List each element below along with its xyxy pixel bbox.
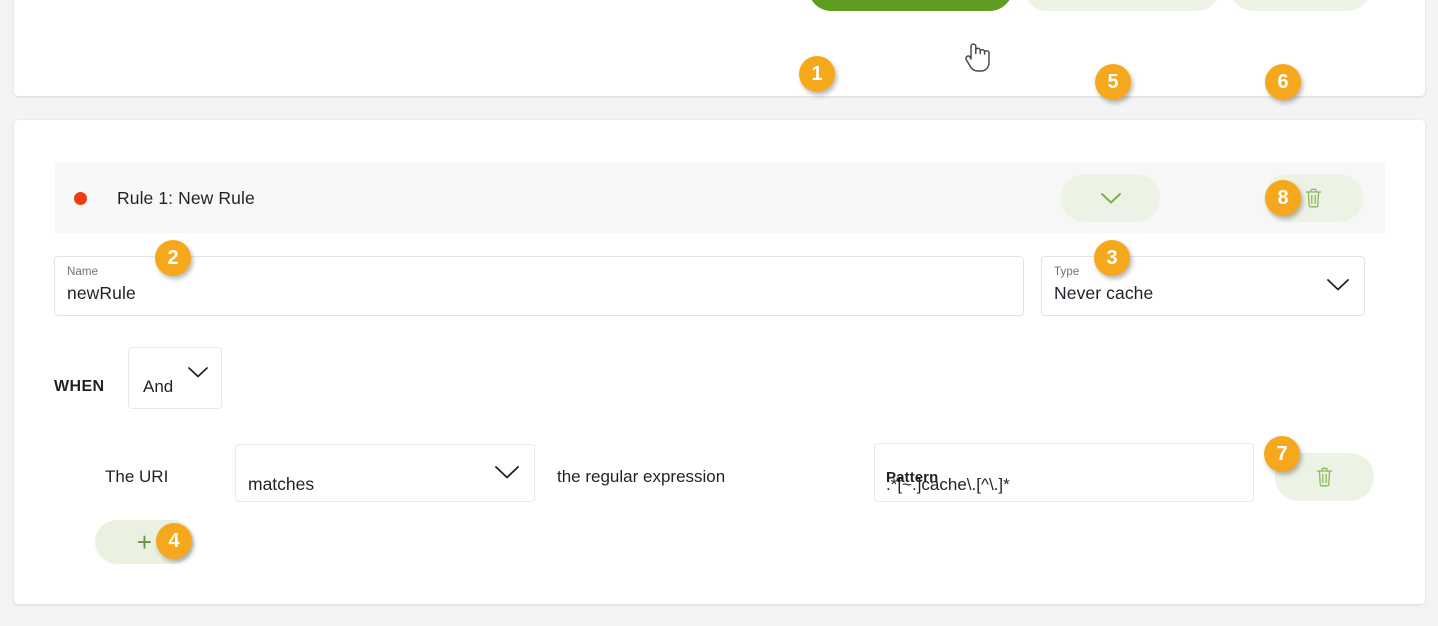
publish-button[interactable]: Publish xyxy=(1230,0,1371,11)
condition-operator-select[interactable]: matches xyxy=(235,444,535,502)
badge-3-rule-type: 3 xyxy=(1094,240,1130,276)
rule-name-field[interactable]: Name newRule xyxy=(54,256,1024,316)
badge-4-add-condition: 4 xyxy=(156,523,192,559)
badge-6-publish: 6 xyxy=(1265,64,1301,100)
trash-icon xyxy=(1305,188,1322,208)
condition-connector-label: the regular expression xyxy=(557,467,726,486)
badge-7-delete-condition: 7 xyxy=(1264,436,1300,472)
trash-icon xyxy=(1316,467,1333,487)
rule-name-label: Name xyxy=(67,266,99,278)
when-operator-value: And xyxy=(143,377,174,396)
page-root: Add a new rule Save changes Publish 1 5 … xyxy=(0,0,1438,626)
rule-type-value: Never cache xyxy=(1054,283,1154,303)
rule-status-dot xyxy=(74,191,87,205)
when-label: WHEN xyxy=(54,378,105,395)
condition-pattern-value: .*[~.]cache\.[^\.]* xyxy=(886,475,1010,494)
save-changes-button[interactable]: Save changes xyxy=(1024,0,1220,11)
rule-name-value: newRule xyxy=(67,283,136,303)
condition-pattern-field[interactable]: Pattern .*[~.]cache\.[^\.]* xyxy=(874,443,1254,502)
collapse-rule-button[interactable] xyxy=(1061,174,1160,222)
badge-1-add-new-rule: 1 xyxy=(799,56,835,92)
plus-icon: + xyxy=(136,527,153,557)
badge-5-save-changes: 5 xyxy=(1095,64,1131,100)
chevron-down-icon xyxy=(495,466,519,479)
condition-subject-label: The URI xyxy=(105,467,169,486)
chevron-down-icon xyxy=(1100,192,1121,203)
toolbar-card: Add a new rule Save changes Publish xyxy=(14,0,1425,96)
add-new-rule-button[interactable]: Add a new rule xyxy=(808,0,1013,11)
chevron-down-icon xyxy=(188,367,208,378)
condition-operator-value: matches xyxy=(248,474,315,494)
rule-type-select[interactable]: Type Never cache xyxy=(1041,256,1365,316)
rule-type-label: Type xyxy=(1054,266,1080,278)
rule-header-row[interactable]: Rule 1: New Rule xyxy=(55,163,1385,233)
badge-8-delete-rule: 8 xyxy=(1265,180,1301,216)
rule-title: Rule 1: New Rule xyxy=(117,187,255,208)
when-operator-select[interactable]: And xyxy=(128,347,222,409)
badge-2-rule-name: 2 xyxy=(155,240,191,276)
chevron-down-icon xyxy=(1327,279,1349,291)
